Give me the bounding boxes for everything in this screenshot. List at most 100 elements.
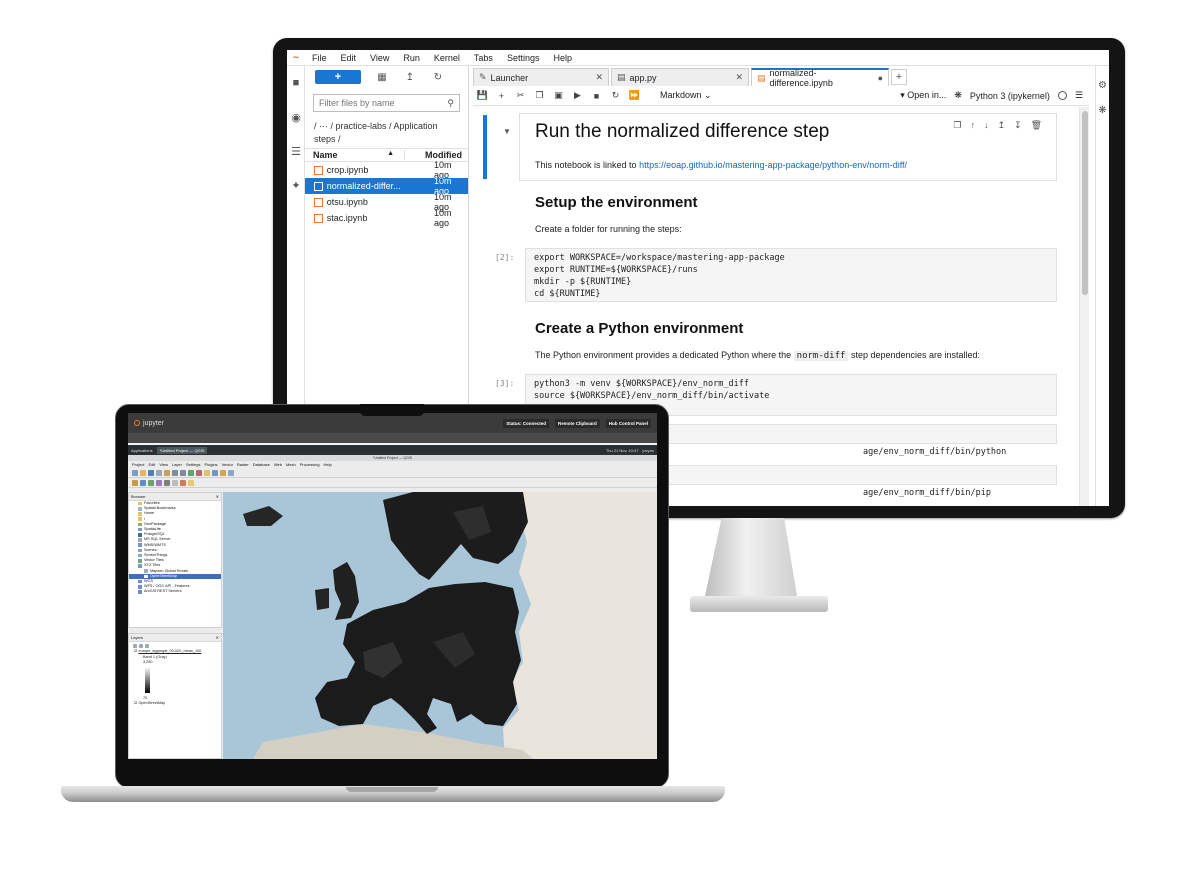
file-row[interactable]: stac.ipynb 10m ago <box>305 208 468 228</box>
property-inspector-gears-icon[interactable]: ⚙ <box>1096 80 1109 91</box>
add-tab-button[interactable]: + <box>891 69 907 85</box>
column-name-header[interactable]: Name ▲ <box>305 150 405 160</box>
save-icon[interactable]: 💾 <box>473 90 492 101</box>
menu-run[interactable]: Run <box>396 53 427 63</box>
kernel-name[interactable]: Python 3 (ipykernel) <box>970 91 1050 101</box>
property-inspector-icon[interactable]: ☰ <box>1075 90 1083 101</box>
qgis-menu-web[interactable]: Web <box>274 462 282 467</box>
save-project-icon[interactable] <box>148 469 154 476</box>
identify-icon[interactable] <box>204 469 210 476</box>
add-vector-icon[interactable] <box>132 479 138 486</box>
collapse-caret-icon[interactable]: ▼ <box>503 127 511 136</box>
upload-icon[interactable]: ↥ <box>403 72 417 83</box>
new-launcher-button[interactable]: + <box>315 70 361 84</box>
fast-forward-icon[interactable]: ⏩ <box>625 90 644 101</box>
taskbar-qgis[interactable]: *Untitled Project — QGIS <box>156 446 208 454</box>
close-icon[interactable]: ✕ <box>589 72 603 83</box>
panel-user[interactable]: jovyan <box>642 448 654 453</box>
cut-icon[interactable]: ✂ <box>511 90 530 101</box>
qgis-menu-processing[interactable]: Processing <box>300 462 320 467</box>
qgis-menu-mesh[interactable]: Mesh <box>286 462 296 467</box>
table-of-contents-icon[interactable]: ☰ <box>287 134 305 168</box>
tab-launcher[interactable]: ✎ Launcher ✕ <box>473 68 609 86</box>
edit-icon[interactable] <box>172 479 178 486</box>
panel-close-icon[interactable]: ✕ <box>216 494 219 499</box>
open-in-dropdown[interactable]: ▾ Open in... <box>900 90 946 101</box>
insert-below-icon[interactable]: ↧ <box>1014 120 1022 131</box>
qgis-menu-view[interactable]: View <box>159 462 168 467</box>
menu-help[interactable]: Help <box>546 53 579 63</box>
scrollbar-thumb[interactable] <box>1082 111 1088 295</box>
menu-kernel[interactable]: Kernel <box>427 53 467 63</box>
refresh-icon[interactable]: ↻ <box>431 72 445 83</box>
hub-control-panel-button[interactable]: Hub Control Panel <box>605 418 651 428</box>
layer-osm[interactable]: ☑ OpenStreetMap <box>129 701 221 707</box>
qgis-menu-help[interactable]: Help <box>324 462 332 467</box>
filter-icon[interactable] <box>145 643 149 648</box>
delete-cell-icon[interactable]: 🗑 <box>1031 120 1042 131</box>
qgis-menu-raster[interactable]: Raster <box>237 462 249 467</box>
add-wms-icon[interactable] <box>156 479 162 486</box>
open-project-icon[interactable] <box>140 469 146 476</box>
insert-cell-icon[interactable]: + <box>492 91 511 101</box>
debugger-icon[interactable]: ❋ <box>1096 105 1109 116</box>
qgis-menu-vector[interactable]: Vector <box>222 462 233 467</box>
menu-settings[interactable]: Settings <box>500 53 547 63</box>
menu-view[interactable]: View <box>363 53 396 63</box>
breadcrumb[interactable]: / ··· / practice-labs / Application step… <box>305 118 468 148</box>
run-icon[interactable]: ▶ <box>568 90 587 101</box>
refresh-map-icon[interactable] <box>196 469 202 476</box>
panel-close-icon[interactable]: ✕ <box>216 635 219 640</box>
add-group-icon[interactable] <box>139 643 143 648</box>
add-raster-icon[interactable] <box>140 479 146 486</box>
running-kernels-icon[interactable]: ◉ <box>287 100 305 134</box>
menu-edit[interactable]: Edit <box>334 53 364 63</box>
digitize-icon[interactable] <box>164 479 170 486</box>
insert-above-icon[interactable]: ↥ <box>997 120 1005 131</box>
layout-icon[interactable] <box>156 469 162 476</box>
paste-icon[interactable]: ▣ <box>549 90 568 101</box>
menu-tabs[interactable]: Tabs <box>467 53 500 63</box>
filter-files-input[interactable] <box>319 98 429 108</box>
close-icon[interactable]: ✕ <box>729 72 743 83</box>
applications-menu[interactable]: Applications <box>131 448 153 453</box>
qgis-menu-project[interactable]: Project <box>132 462 144 467</box>
select-icon[interactable] <box>212 469 218 476</box>
zoom-full-icon[interactable] <box>188 469 194 476</box>
debugger-bug-icon[interactable]: ❋ <box>954 90 962 101</box>
code-cell-setup[interactable]: export WORKSPACE=/workspace/mastering-ap… <box>525 248 1057 302</box>
duplicate-cell-icon[interactable]: ❐ <box>953 120 961 131</box>
copy-icon[interactable]: ❐ <box>530 90 549 101</box>
pan-icon[interactable] <box>164 469 170 476</box>
label-icon[interactable] <box>180 479 186 486</box>
tab-normalized-difference[interactable]: ▤ normalized-difference.ipynb ● <box>751 68 889 88</box>
move-up-icon[interactable]: ↑ <box>970 120 975 131</box>
restart-icon[interactable]: ↻ <box>606 90 625 101</box>
notebook-scrollbar[interactable] <box>1079 107 1089 506</box>
docs-link[interactable]: https://eoap.github.io/mastering-app-pac… <box>639 160 907 170</box>
stop-icon[interactable]: ■ <box>587 91 606 101</box>
python-console-icon[interactable] <box>228 469 234 476</box>
layer-style-icon[interactable] <box>133 643 137 648</box>
browser-item[interactable]: ArcGIS REST Servers <box>129 589 221 594</box>
qgis-menu-database[interactable]: Database <box>253 462 270 467</box>
map-canvas[interactable] <box>223 492 657 759</box>
qgis-menu-layer[interactable]: Layer <box>172 462 182 467</box>
qgis-menu-edit[interactable]: Edit <box>148 462 155 467</box>
qgis-menu-settings[interactable]: Settings <box>186 462 200 467</box>
tab-app-py[interactable]: ▤ app.py ✕ <box>611 68 749 86</box>
qgis-menu-plugins[interactable]: Plugins <box>204 462 217 467</box>
unsaved-dot-icon[interactable]: ● <box>872 73 883 83</box>
remote-clipboard-button[interactable]: Remote Clipboard <box>554 418 600 428</box>
cell-type-dropdown[interactable]: Markdown ⌄ <box>660 90 712 101</box>
move-down-icon[interactable]: ↓ <box>984 120 989 131</box>
folder-icon[interactable]: ■ <box>287 66 305 100</box>
annotation-icon[interactable] <box>188 479 194 486</box>
measure-icon[interactable] <box>220 469 226 476</box>
menu-file[interactable]: File <box>305 53 334 63</box>
new-project-icon[interactable] <box>132 469 138 476</box>
zoom-out-icon[interactable] <box>180 469 186 476</box>
zoom-in-icon[interactable] <box>172 469 178 476</box>
extensions-puzzle-icon[interactable]: ✦ <box>287 168 305 202</box>
new-folder-icon[interactable]: ▦ <box>375 72 389 83</box>
